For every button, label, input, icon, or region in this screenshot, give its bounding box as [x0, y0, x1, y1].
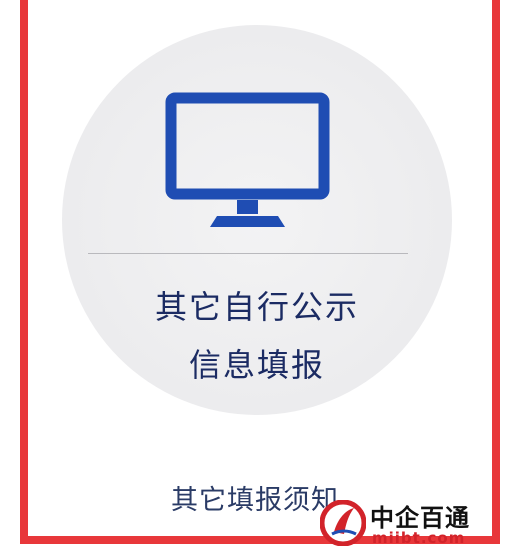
tile-divider: [88, 253, 408, 254]
tile-title-line-1: 其它自行公示: [154, 288, 359, 326]
tile-title-line-2: 信息填报: [188, 346, 325, 384]
watermark: 中企百通 miibt.com: [320, 498, 500, 550]
watermark-logo-icon: [320, 500, 366, 546]
watermark-url: miibt.com: [372, 529, 466, 547]
watermark-name: 中企百通: [370, 504, 470, 532]
monitor-icon: [165, 92, 330, 227]
